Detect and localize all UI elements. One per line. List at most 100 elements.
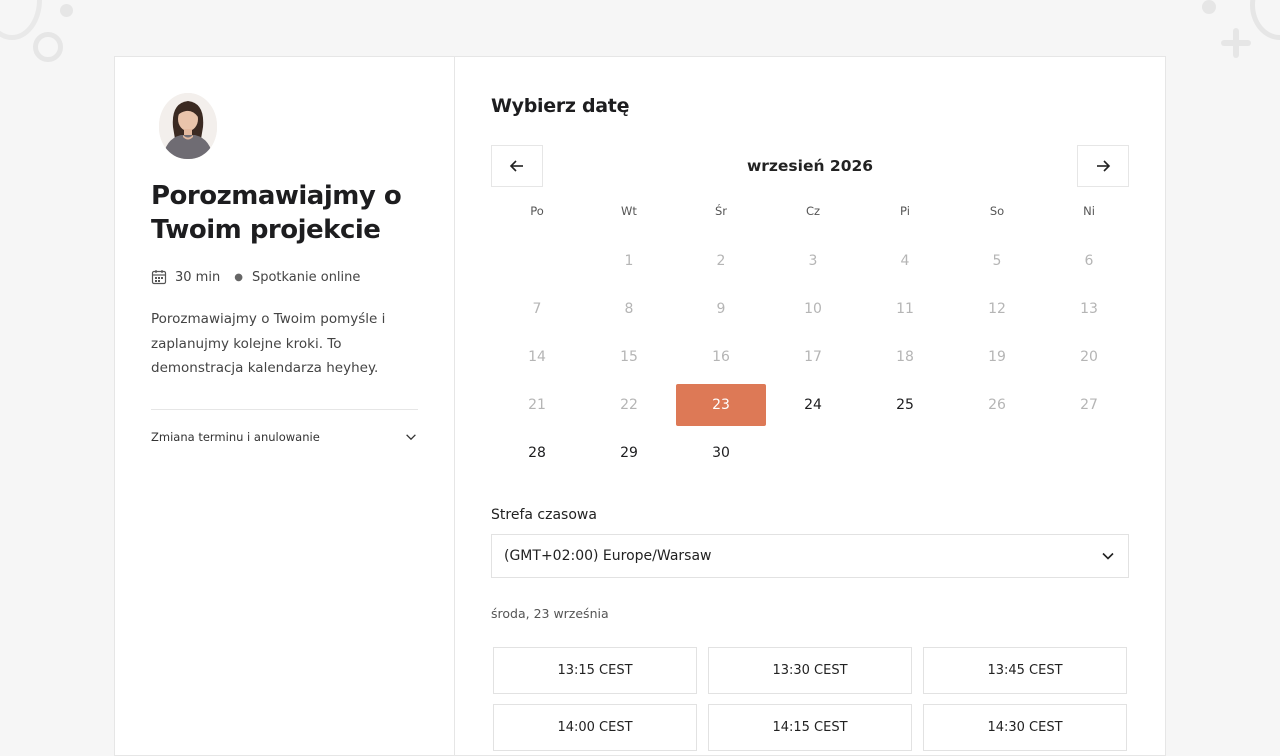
calendar-day-number: 13 bbox=[1080, 301, 1098, 317]
calendar-day-empty bbox=[491, 237, 583, 285]
next-month-button[interactable] bbox=[1077, 145, 1129, 187]
calendar-day-number: 6 bbox=[1084, 253, 1094, 269]
calendar-day-number: 19 bbox=[988, 349, 1006, 365]
time-slot-button[interactable]: 13:30 CEST bbox=[708, 647, 912, 694]
calendar-day: 15 bbox=[583, 333, 675, 381]
decor-plus bbox=[1221, 28, 1251, 58]
prev-month-button[interactable] bbox=[491, 145, 543, 187]
timezone-select[interactable]: (GMT+02:00) Europe/Warsaw bbox=[491, 534, 1129, 578]
calendar-day-number: 26 bbox=[988, 397, 1006, 413]
avatar-illustration bbox=[159, 93, 217, 159]
calendar-day-empty bbox=[859, 429, 951, 477]
weekday-label: Ni bbox=[1083, 204, 1095, 218]
event-meta: 30 min ● Spotkanie online bbox=[151, 269, 418, 285]
time-slots: 13:15 CEST 13:30 CEST 13:45 CEST 14:00 CEST… bbox=[491, 647, 1129, 751]
arrow-left-icon bbox=[509, 160, 523, 172]
time-slot-button[interactable]: 14:00 CEST bbox=[493, 704, 697, 751]
weekday-label: Śr bbox=[714, 204, 728, 218]
calendar-day: 22 bbox=[583, 381, 675, 429]
calendar-day-number: 28 bbox=[528, 445, 546, 461]
chevron-down-icon bbox=[406, 433, 416, 440]
calendar-week: 7 8 9 10 11 12 13 bbox=[491, 285, 1129, 333]
time-slot-button[interactable]: 14:30 CEST bbox=[923, 704, 1127, 751]
calendar-day-number: 21 bbox=[528, 397, 546, 413]
chevron-down-icon bbox=[1102, 552, 1114, 560]
calendar-day-number: 22 bbox=[620, 397, 638, 413]
calendar-day-number: 17 bbox=[804, 349, 822, 365]
calendar-day[interactable]: 30 bbox=[675, 429, 767, 477]
calendar-day-number: 30 bbox=[712, 445, 730, 461]
event-duration: 30 min bbox=[175, 269, 221, 285]
calendar-day-number: 15 bbox=[620, 349, 638, 365]
calendar-day: 27 bbox=[1043, 381, 1135, 429]
calendar-day-selected[interactable]: 23 bbox=[675, 381, 767, 429]
calendar-day-number: 14 bbox=[528, 349, 546, 365]
decor-ring bbox=[1250, 0, 1280, 40]
calendar-header: wrzesień 2026 bbox=[491, 145, 1129, 187]
calendar-day[interactable]: 24 bbox=[767, 381, 859, 429]
weekday-header: Po Wt Śr Cz Pi So Ni bbox=[491, 204, 1129, 220]
calendar-week: 28 29 30 bbox=[491, 429, 1129, 477]
calendar-day: 18 bbox=[859, 333, 951, 381]
calendar-day: 20 bbox=[1043, 333, 1135, 381]
time-slot-button[interactable]: 14:15 CEST bbox=[708, 704, 912, 751]
calendar-day: 14 bbox=[491, 333, 583, 381]
event-description: Porozmawiajmy o Twoim pomyśle i zaplanuj… bbox=[151, 311, 386, 376]
calendar-day[interactable]: 25 bbox=[859, 381, 951, 429]
calendar-day-number: 27 bbox=[1080, 397, 1098, 413]
calendar-day-number: 16 bbox=[712, 349, 730, 365]
meta-separator: ● bbox=[234, 271, 243, 283]
timezone-label: Strefa czasowa bbox=[491, 507, 597, 523]
decor-dot bbox=[1202, 0, 1216, 14]
calendar-day: 13 bbox=[1043, 285, 1135, 333]
calendar-day[interactable]: 28 bbox=[491, 429, 583, 477]
reschedule-toggle[interactable]: Zmiana terminu i anulowanie bbox=[151, 430, 418, 444]
event-title: Porozmawiajmy o Twoim projekcie bbox=[151, 181, 402, 245]
calendar-day-empty bbox=[767, 429, 859, 477]
calendar-day: 6 bbox=[1043, 237, 1135, 285]
timezone-value: (GMT+02:00) Europe/Warsaw bbox=[504, 548, 712, 564]
calendar-day-number: 29 bbox=[620, 445, 638, 461]
calendar-day: 17 bbox=[767, 333, 859, 381]
calendar-day-number: 2 bbox=[716, 253, 726, 269]
calendar-day-number: 9 bbox=[716, 301, 726, 317]
calendar-day: 4 bbox=[859, 237, 951, 285]
time-slot-button[interactable]: 13:15 CEST bbox=[493, 647, 697, 694]
divider bbox=[151, 408, 418, 410]
weekday-label: So bbox=[989, 204, 1005, 218]
calendar-day-empty bbox=[1043, 429, 1135, 477]
weekday-label: Po bbox=[530, 204, 544, 218]
weekday-label: Cz bbox=[805, 204, 821, 218]
calendar-day-number: 3 bbox=[808, 253, 818, 269]
decor-ring bbox=[0, 0, 42, 40]
event-meeting-type: Spotkanie online bbox=[251, 269, 361, 285]
calendar-day: 16 bbox=[675, 333, 767, 381]
calendar-day-empty bbox=[951, 429, 1043, 477]
weekday-label: Pi bbox=[900, 204, 910, 218]
calendar-day[interactable]: 29 bbox=[583, 429, 675, 477]
avatar bbox=[159, 93, 217, 159]
calendar-grid: 1 2 3 4 5 6 7 8 9 10 11 12 13 14 15 16 17 18 19 20 21 22 23 24 2… bbox=[491, 237, 1129, 477]
calendar-day: 12 bbox=[951, 285, 1043, 333]
calendar-day: 11 bbox=[859, 285, 951, 333]
weekday-label: Wt bbox=[621, 204, 637, 218]
calendar-day-number: 25 bbox=[896, 397, 914, 413]
calendar-week: 21 22 23 24 25 26 27 bbox=[491, 381, 1129, 429]
booking-card: Porozmawiajmy o Twoim projekcie 30 min ●… bbox=[114, 56, 1166, 756]
calendar-day: 1 bbox=[583, 237, 675, 285]
calendar-day-number: 20 bbox=[1080, 349, 1098, 365]
time-slot-button[interactable]: 13:45 CEST bbox=[923, 647, 1127, 694]
decor-dot bbox=[60, 4, 73, 17]
event-info-panel: Porozmawiajmy o Twoim projekcie 30 min ●… bbox=[115, 57, 455, 755]
calendar-day-number: 1 bbox=[624, 253, 634, 269]
calendar-day-number: 10 bbox=[804, 301, 822, 317]
selected-date-label: środa, 23 września bbox=[491, 606, 609, 621]
reschedule-label: Zmiana terminu i anulowanie bbox=[151, 429, 320, 444]
calendar-day: 5 bbox=[951, 237, 1043, 285]
calendar-day: 10 bbox=[767, 285, 859, 333]
calendar-day-number: 4 bbox=[900, 253, 910, 269]
calendar-day-number: 23 bbox=[712, 397, 730, 413]
calendar-day-number: 8 bbox=[624, 301, 634, 317]
calendar-day: 8 bbox=[583, 285, 675, 333]
calendar-day-number: 11 bbox=[896, 301, 914, 317]
